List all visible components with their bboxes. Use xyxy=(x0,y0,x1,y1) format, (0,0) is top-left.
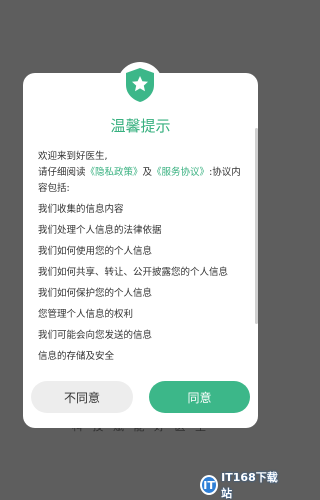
agree-button[interactable]: 同意 xyxy=(149,381,250,413)
shield-star-icon xyxy=(117,62,163,108)
intro-prefix: 请仔细阅读 xyxy=(38,167,86,178)
privacy-dialog: 温馨提示 欢迎来到好医生, 请仔细阅读《隐私政策》及《服务协议》:协议内容包括:… xyxy=(23,73,258,428)
list-item: 我们收集的信息内容 xyxy=(38,204,124,215)
list-item: 我们如何共享、转让、公开披露您的个人信息 xyxy=(38,267,229,278)
intro-text: 请仔细阅读《隐私政策》及《服务协议》:协议内容包括: xyxy=(38,165,246,197)
list-item: 信息的存储及安全 xyxy=(38,351,115,362)
greeting-text: 欢迎来到好医生, xyxy=(38,151,108,162)
list-item: 我们如何使用您的个人信息 xyxy=(38,246,153,257)
dialog-scrollbar[interactable] xyxy=(255,128,258,324)
list-item: 我们可能会向您发送的信息 xyxy=(38,330,153,341)
dialog-title: 温馨提示 xyxy=(110,117,171,135)
watermark-logo-icon: IT xyxy=(200,475,219,495)
watermark-text: IT168下载站 xyxy=(221,471,278,500)
disagree-button[interactable]: 不同意 xyxy=(31,381,133,413)
watermark-logo: IT IT168下载站 xyxy=(200,471,281,500)
list-item: 您管理个人信息的权利 xyxy=(38,309,134,320)
list-item: 我们如何保护您的个人信息 xyxy=(38,288,153,299)
privacy-policy-link[interactable]: 《隐私政策》 xyxy=(86,167,143,178)
intro-and: 及 xyxy=(142,167,153,178)
list-item: 我们处理个人信息的法律依据 xyxy=(38,225,162,236)
dialog-body: 欢迎来到好医生, 请仔细阅读《隐私政策》及《服务协议》:协议内容包括: 我们收集… xyxy=(38,149,246,365)
service-agreement-link[interactable]: 《服务协议》 xyxy=(152,167,209,178)
